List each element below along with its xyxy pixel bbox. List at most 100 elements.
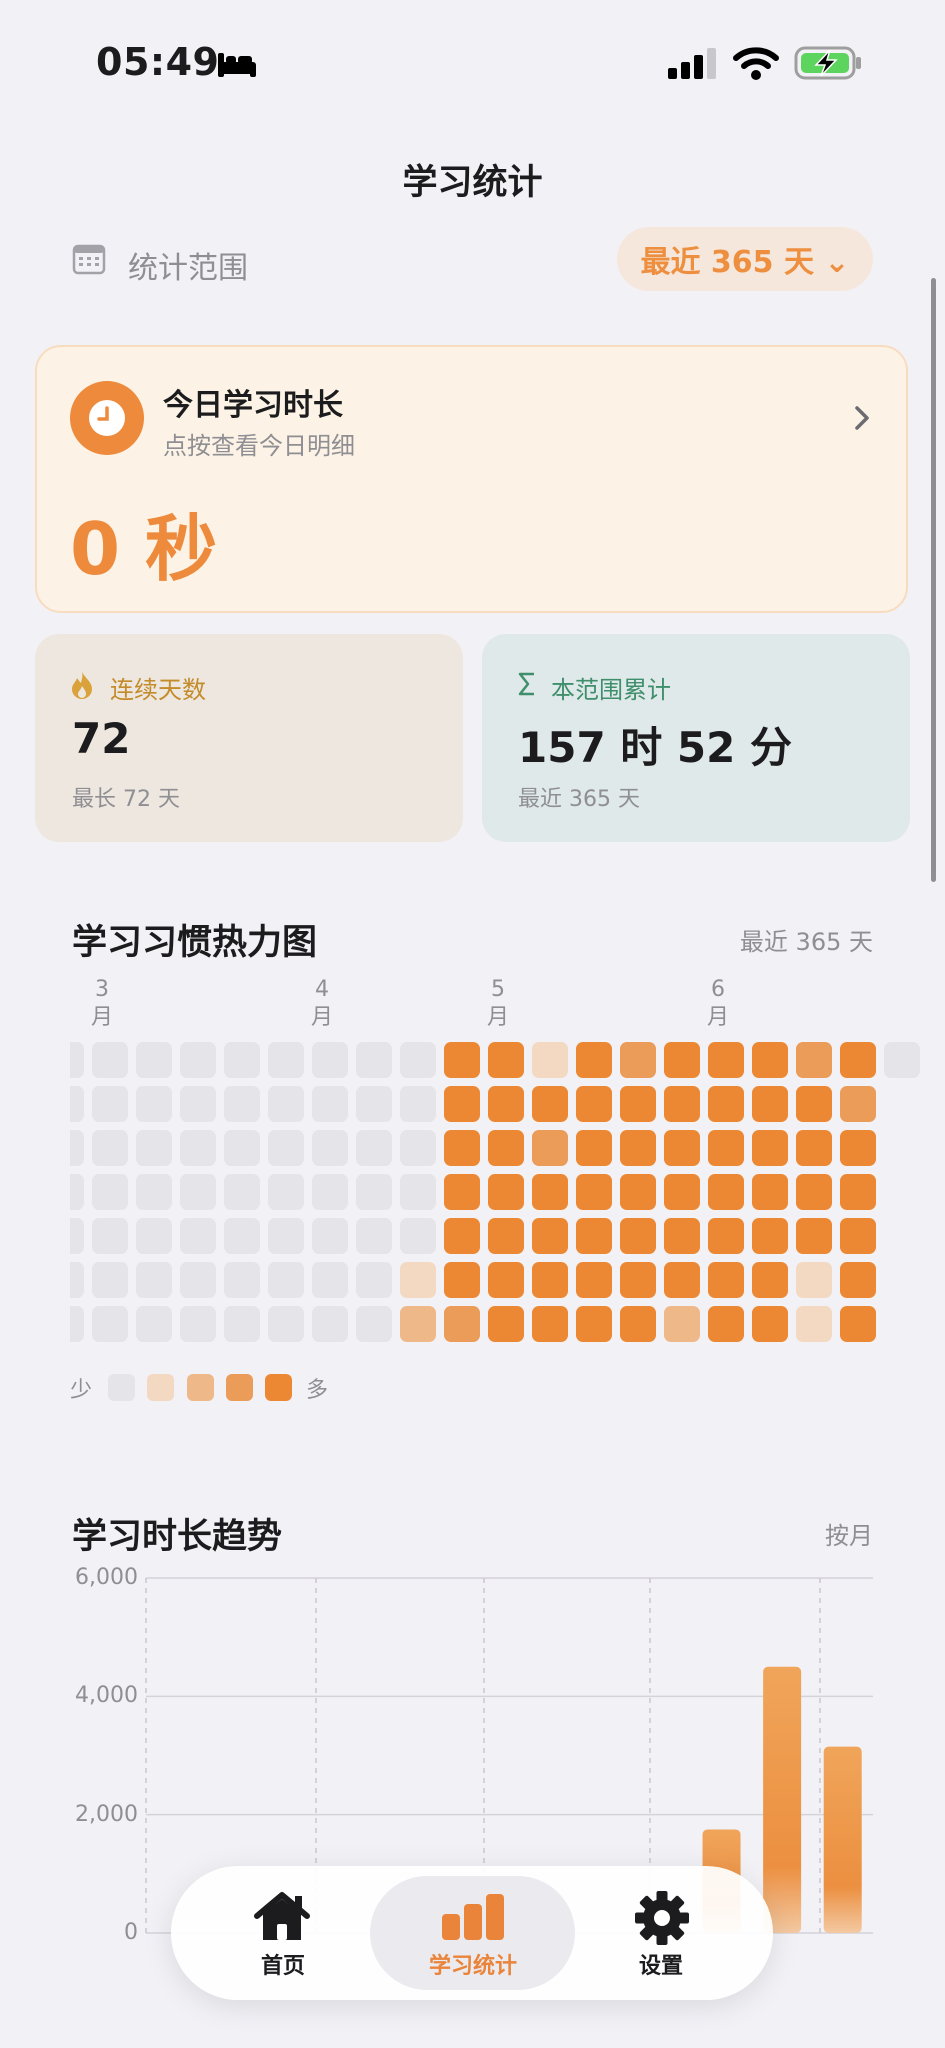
scroll-indicator[interactable]	[931, 278, 936, 882]
heatmap-cell	[92, 1042, 128, 1078]
heatmap-cell	[532, 1086, 568, 1122]
heatmap-cell	[180, 1086, 216, 1122]
heatmap-cell	[752, 1218, 788, 1254]
heatmap-cell	[840, 1262, 876, 1298]
heatmap-cell	[224, 1042, 260, 1078]
total-title: 本范围累计	[551, 676, 671, 704]
heatmap-cell	[752, 1042, 788, 1078]
heatmap-cell	[444, 1174, 480, 1210]
heatmap-cell	[92, 1262, 128, 1298]
heatmap-cell	[488, 1218, 524, 1254]
legend-level-0	[108, 1374, 135, 1401]
total-value: 157 时 52 分	[518, 723, 792, 772]
heatmap-cell	[312, 1262, 348, 1298]
streak-title: 连续天数	[110, 676, 206, 704]
heatmap-cell	[70, 1262, 84, 1298]
heatmap-cell	[532, 1262, 568, 1298]
heatmap-cell	[620, 1086, 656, 1122]
heatmap-cell	[70, 1218, 84, 1254]
month-number: 3	[95, 977, 109, 1002]
heatmap-cell	[532, 1306, 568, 1342]
heatmap-cell	[268, 1306, 304, 1342]
heatmap-cell	[752, 1174, 788, 1210]
heatmap-cell	[664, 1086, 700, 1122]
heatmap-cell	[70, 1130, 84, 1166]
heatmap-cell	[796, 1306, 832, 1342]
heatmap-cell	[488, 1086, 524, 1122]
heatmap-cell	[488, 1042, 524, 1078]
heatmap-cell	[356, 1042, 392, 1078]
heatmap-cell	[488, 1130, 524, 1166]
heatmap-cell	[92, 1130, 128, 1166]
heatmap-cell	[576, 1262, 612, 1298]
heatmap-title: 学习习惯热力图	[72, 923, 318, 963]
heatmap-range-note: 最近 365 天	[739, 928, 873, 956]
sleep-focus-icon	[216, 50, 258, 82]
tab-stats-label: 学习统计	[428, 1954, 517, 1979]
month-unit: 月	[310, 1005, 333, 1030]
heatmap-cell	[136, 1086, 172, 1122]
heatmap-cell	[180, 1130, 216, 1166]
month-unit: 月	[486, 1005, 509, 1030]
heatmap-cell	[840, 1218, 876, 1254]
heatmap-cell	[356, 1174, 392, 1210]
heatmap-cell	[444, 1130, 480, 1166]
heatmap-cell	[70, 1174, 84, 1210]
heatmap-cell	[576, 1174, 612, 1210]
heatmap-cell	[576, 1130, 612, 1166]
heatmap-month-label: 5月	[483, 976, 513, 1032]
heatmap-cell	[532, 1042, 568, 1078]
month-unit: 月	[90, 1005, 113, 1030]
cellular-signal-icon	[668, 48, 720, 84]
heatmap-month-label: 6月	[703, 976, 733, 1032]
legend-level-4	[265, 1374, 292, 1401]
heatmap-legend-less: 少	[70, 1378, 93, 1403]
heatmap-cell	[312, 1174, 348, 1210]
chart-bar[interactable]	[763, 1666, 802, 1933]
heatmap-cell	[400, 1042, 436, 1078]
heatmap-cell	[400, 1130, 436, 1166]
tab-settings-label: 设置	[638, 1954, 683, 1979]
legend-level-1	[147, 1374, 174, 1401]
heatmap-cell	[268, 1086, 304, 1122]
battery-charging-icon	[794, 46, 864, 84]
heatmap-cell	[136, 1042, 172, 1078]
heatmap-cell	[312, 1218, 348, 1254]
range-selector-button[interactable]: 最近 365 天 ⌄	[617, 227, 873, 291]
range-label: 统计范围	[128, 251, 248, 286]
heatmap-cell	[268, 1174, 304, 1210]
tab-stats[interactable]: 学习统计	[413, 1884, 533, 1984]
heatmap-cell	[356, 1086, 392, 1122]
legend-level-3	[226, 1374, 253, 1401]
month-number: 5	[491, 977, 505, 1002]
heatmap-cell	[796, 1262, 832, 1298]
heatmap-month-label: 4月	[307, 976, 337, 1032]
heatmap-cell	[136, 1262, 172, 1298]
heatmap-cell	[444, 1262, 480, 1298]
streak-longest: 最长 72 天	[72, 787, 180, 812]
page-title: 学习统计	[402, 163, 543, 203]
heatmap-cell	[796, 1042, 832, 1078]
heatmap-cell	[444, 1086, 480, 1122]
tab-home[interactable]: 首页	[223, 1884, 343, 1984]
gear-icon	[634, 1890, 690, 1950]
heatmap-cell	[708, 1042, 744, 1078]
range-selector-label: 最近 365 天 ⌄	[640, 245, 850, 280]
heatmap-cell	[312, 1086, 348, 1122]
heatmap-cell	[400, 1306, 436, 1342]
heatmap-cell	[356, 1262, 392, 1298]
month-number: 6	[711, 977, 725, 1002]
heatmap-cell	[796, 1174, 832, 1210]
chart-bar[interactable]	[823, 1746, 862, 1933]
heatmap-cell	[884, 1042, 920, 1078]
heatmap-cell	[70, 1086, 84, 1122]
today-subtitle: 点按查看今日明细	[163, 432, 355, 460]
heatmap-cell	[136, 1174, 172, 1210]
heatmap-cell	[664, 1042, 700, 1078]
heatmap-cell	[576, 1306, 612, 1342]
tab-settings[interactable]: 设置	[601, 1884, 721, 1984]
heatmap-cell	[708, 1306, 744, 1342]
month-number: 4	[315, 977, 329, 1002]
trend-mode-label[interactable]: 按月	[825, 1516, 873, 1551]
heatmap-cell	[796, 1086, 832, 1122]
